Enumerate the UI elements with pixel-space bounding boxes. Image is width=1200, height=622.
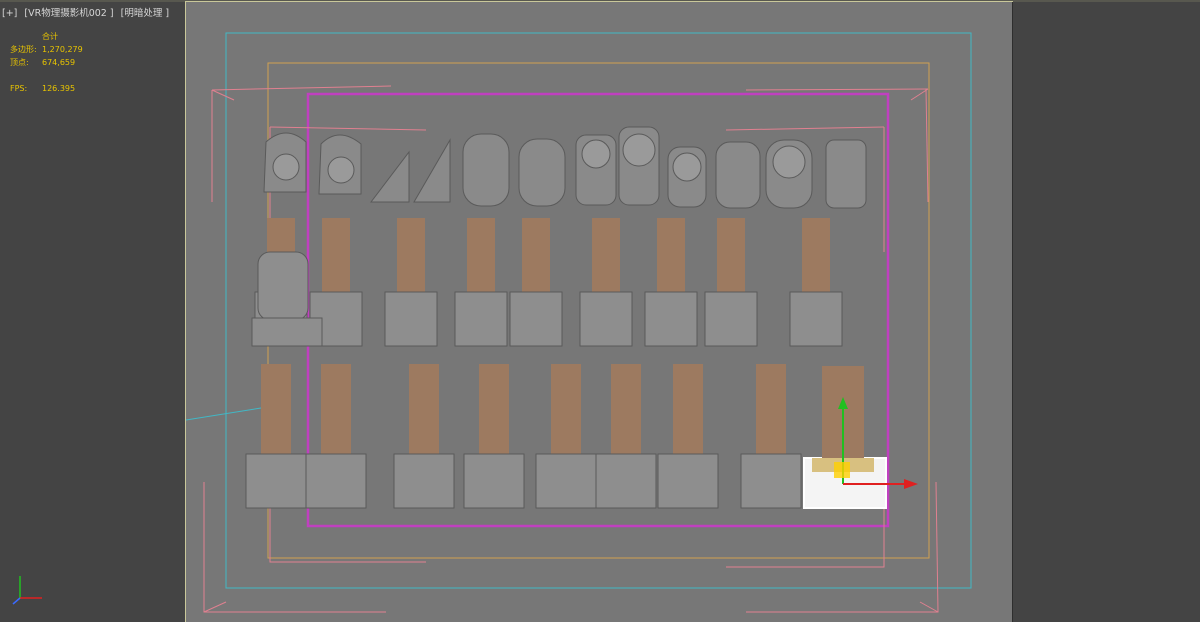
camera-target-line: [186, 407, 262, 421]
stats-vert-label: 顶点:: [10, 58, 29, 67]
column-shaft: [409, 364, 439, 464]
column-shaft: [261, 364, 291, 464]
stats-vert-value: 674,659: [42, 58, 76, 67]
ornament-drum-stone-2: [518, 138, 566, 207]
ornament-bracket-1: [369, 150, 410, 203]
column-shaft: [467, 218, 495, 298]
ornament-row: [263, 126, 867, 209]
column-base: [393, 453, 455, 509]
xyz-axis-icon: [12, 576, 42, 605]
lion-statue: [257, 251, 309, 321]
viewport-shading-label[interactable]: [明暗处理 ]: [121, 8, 169, 19]
selected-object[interactable]: [803, 366, 887, 509]
column-shaft: [551, 364, 581, 464]
statistics-overlay: 合计 多边形: 1,270,279 顶点: 674,659 FPS: 126.3…: [10, 30, 83, 95]
column-base: [579, 291, 633, 347]
column-shaft: [592, 218, 620, 298]
column-shaft: [802, 218, 830, 298]
lion-plinth: [251, 317, 323, 347]
column-base: [657, 453, 719, 509]
column-shaft: [321, 364, 351, 464]
viewport-label[interactable]: [+] [VR物理摄影机002 ] [明暗处理 ]: [2, 5, 173, 19]
viewport-right-border: [1012, 2, 1013, 622]
column-base: [535, 453, 597, 509]
ornament-drum-4: [715, 141, 761, 209]
column-shaft: [611, 364, 641, 464]
ornament-drum-stone-1: [462, 133, 510, 207]
viewport-camera-label[interactable]: [VR物理摄影机002 ]: [24, 8, 113, 19]
column-base: [595, 453, 657, 509]
column-shaft: [657, 218, 685, 298]
stats-fps-value: 126.395: [42, 84, 76, 93]
column-shaft: [717, 218, 745, 298]
column-shaft: [673, 364, 703, 464]
stats-poly-value: 1,270,279: [42, 45, 83, 54]
ornament-bracket-2: [413, 138, 451, 203]
stats-poly-label: 多边形:: [10, 45, 37, 54]
column-shaft: [756, 364, 786, 464]
column-base: [509, 291, 563, 347]
ornament-stele-6: [825, 139, 867, 209]
column-shaft: [479, 364, 509, 464]
column-base: [384, 291, 438, 347]
column-base: [305, 453, 367, 509]
column-base: [463, 453, 525, 509]
scene-canvas[interactable]: [186, 2, 1012, 622]
column-base: [245, 453, 307, 509]
camera-view-frame[interactable]: [185, 1, 1013, 622]
stats-total-label: 合计: [42, 32, 58, 41]
viewport-menu-button[interactable]: [+]: [2, 8, 17, 19]
column-shaft: [322, 218, 350, 298]
stats-fps-label: FPS:: [10, 84, 28, 93]
column-base: [789, 291, 843, 347]
column-base: [454, 291, 508, 347]
column-base: [644, 291, 698, 347]
column-shaft: [522, 218, 550, 298]
column-base: [740, 453, 802, 509]
column-grid: [245, 218, 843, 509]
column-shaft: [397, 218, 425, 298]
column-base: [704, 291, 758, 347]
